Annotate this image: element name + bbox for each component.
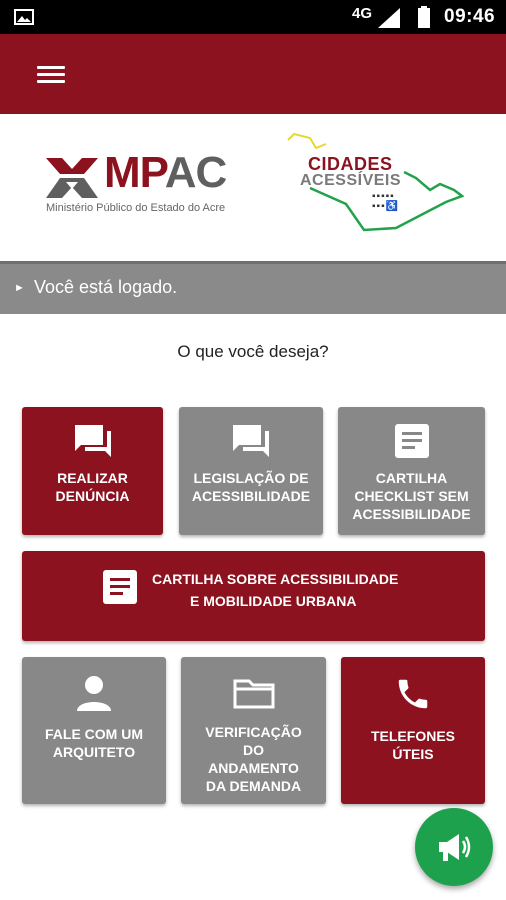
menu-icon-bar	[37, 80, 65, 83]
verificacao-andamento-button[interactable]: VERIFICAÇÃO DO ANDAMENTO DA DEMANDA	[181, 657, 326, 804]
tile-label: DO	[243, 742, 264, 758]
cidades-acessiveis-logo: CIDADES ACESSÍVEIS ▪▪▪▪▪ ▪▪▪♿	[286, 132, 464, 244]
tile-label: ACESSIBILIDADE	[191, 488, 311, 504]
tile-label: TELEFONES	[370, 728, 455, 744]
tile-label: CHECKLIST SEM	[354, 488, 469, 504]
tile-label: E MOBILIDADE URBANA	[190, 593, 357, 609]
document-icon	[394, 424, 429, 458]
status-bar: 4G 09:46	[0, 0, 506, 34]
person-icon	[77, 676, 111, 711]
mpac-wordmark-mp: MP	[104, 148, 166, 197]
tile-label: VERIFICAÇÃO	[205, 724, 302, 740]
arrow-right-icon: ►	[14, 282, 25, 294]
mpac-logo: MPAC Ministério Público do Estado do Acr…	[44, 148, 244, 229]
mpac-subtitle: Ministério Público do Estado do Acre	[46, 202, 226, 214]
menu-icon	[37, 66, 65, 69]
tile-label: ACESSIBILIDADE	[352, 506, 471, 522]
tile-label: DENÚNCIA	[55, 488, 130, 504]
battery-icon	[418, 6, 430, 28]
prompt-question: O que você deseja?	[177, 342, 329, 361]
login-status-text: Você está logado.	[34, 277, 178, 297]
tile-label: ARQUITETO	[52, 744, 136, 760]
folder-icon	[233, 679, 274, 709]
cartilha-acessibilidade-mobilidade-button[interactable]: CARTILHA SOBRE ACESSIBILIDADE E MOBILIDA…	[22, 551, 485, 641]
telefones-uteis-button[interactable]: TELEFONES ÚTEIS	[341, 657, 485, 804]
acessiveis-title: ACESSÍVEIS	[300, 172, 402, 189]
document-icon	[103, 570, 137, 604]
signal-icon	[378, 8, 400, 28]
network-type: 4G	[352, 5, 373, 22]
mpac-wordmark: MPAC	[104, 148, 228, 198]
tile-label: CARTILHA SOBRE ACESSIBILIDADE	[152, 571, 399, 587]
phone-icon	[398, 679, 428, 709]
chat-icon	[233, 425, 269, 457]
tile-label: DA DEMANDA	[205, 778, 302, 794]
login-status-bar: ► Você está logado.	[0, 261, 506, 314]
tile-label: LEGISLAÇÃO DE	[193, 470, 309, 486]
menu-icon-bar	[37, 73, 65, 76]
chat-icon	[74, 425, 111, 457]
fale-com-arquiteto-button[interactable]: FALE COM UM ARQUITETO	[22, 657, 166, 804]
people-pictogram-icon: ▪▪▪▪▪ ▪▪▪♿	[372, 191, 400, 212]
realizar-denuncia-button[interactable]: REALIZAR DENÚNCIA	[22, 407, 163, 535]
cartilha-checklist-button[interactable]: CARTILHA CHECKLIST SEM ACESSIBILIDADE	[338, 407, 485, 535]
tile-label: FALE COM UM	[45, 726, 143, 742]
megaphone-fab-button[interactable]	[415, 808, 493, 886]
clock: 09:46	[444, 6, 496, 27]
legislacao-acessibilidade-button[interactable]: LEGISLAÇÃO DE ACESSIBILIDADE	[179, 407, 323, 535]
megaphone-icon	[439, 834, 471, 861]
app-bar	[0, 34, 506, 114]
mpac-emblem-icon	[46, 158, 98, 198]
mpac-wordmark-ac: AC	[164, 148, 228, 197]
tile-label: CARTILHA	[375, 470, 448, 486]
menu-button[interactable]	[30, 58, 74, 90]
tile-label: ÚTEIS	[392, 746, 434, 762]
logo-area: MPAC Ministério Público do Estado do Acr…	[0, 114, 506, 261]
tile-label: REALIZAR	[57, 470, 128, 486]
image-notification-icon	[14, 9, 34, 25]
tile-label: ANDAMENTO	[208, 760, 299, 776]
